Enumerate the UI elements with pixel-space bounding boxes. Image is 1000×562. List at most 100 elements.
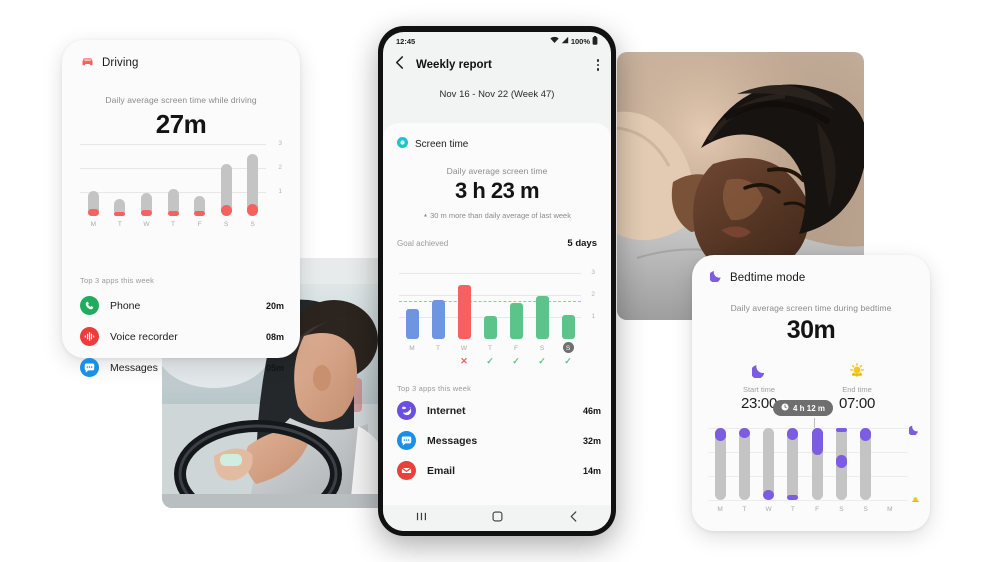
- bedtime-bar-chart: MTWTFSSM: [708, 425, 919, 516]
- x-axis-label: T: [171, 221, 175, 228]
- list-item[interactable]: Phone 20m: [80, 296, 284, 315]
- app-time: 08m: [265, 331, 284, 342]
- wifi-icon: [550, 36, 559, 46]
- driving-bar-segment: [247, 203, 259, 216]
- screen-time-average-value: 3 h 23 m: [454, 178, 540, 203]
- bedtime-card-header: Bedtime mode: [692, 255, 930, 287]
- list-item[interactable]: Messages 32m: [397, 431, 601, 450]
- screenshot-root: Driving Daily average screen time while …: [0, 0, 1000, 562]
- start-time-label: Start time: [742, 385, 776, 394]
- bar-column: [509, 273, 523, 339]
- screen-time-bar-chart: 3 2 1 M T W ✕ T ✓ F ✓ S ✓ S ✓: [399, 269, 595, 366]
- list-item[interactable]: Email 14m: [397, 461, 601, 480]
- bedtime-bar-segment: [763, 489, 775, 500]
- list-item[interactable]: Voice recorder 08m: [80, 327, 284, 346]
- phone-top3-label: Top 3 apps this week: [397, 384, 472, 393]
- driving-bar-chart: 3 2 1 M T W T F S S: [80, 140, 282, 228]
- x-axis-label: M: [717, 506, 723, 513]
- end-sun-icon: [822, 363, 892, 383]
- grid-line: [708, 500, 908, 501]
- driving-bar-segment: [167, 210, 179, 216]
- x-axis-label: S: [223, 221, 229, 228]
- x-axis-label: S: [250, 221, 255, 228]
- y-axis-tick: 3: [591, 269, 595, 276]
- bedtime-bar-segment: [714, 428, 726, 441]
- bedtime-duration-pill: 4 h 12 m: [773, 400, 834, 416]
- list-item[interactable]: Messages 05m: [80, 358, 284, 377]
- back-chevron-icon[interactable]: [395, 56, 404, 74]
- y-axis-tick: 2: [591, 291, 595, 298]
- car-icon: [80, 54, 95, 72]
- end-time-label: End time: [842, 385, 872, 394]
- driving-bar-segment: [194, 210, 206, 216]
- app-time: 46m: [582, 405, 601, 416]
- bedtime-card: Bedtime mode Daily average screen time d…: [692, 255, 930, 531]
- week-range-label: Nov 16 - Nov 22 (Week 47): [439, 89, 555, 100]
- app-bar: Weekly report: [383, 50, 611, 80]
- bedtime-bar-segment: [860, 428, 872, 441]
- goal-mark-icon: ✓: [486, 356, 494, 366]
- bar-column: [405, 273, 419, 339]
- internet-icon: [397, 401, 416, 420]
- y-axis-tick: 1: [278, 188, 282, 195]
- screen-time-bar: [561, 315, 575, 339]
- recents-icon[interactable]: [416, 509, 427, 527]
- moon-icon: [708, 269, 723, 287]
- x-axis-label: T: [488, 344, 492, 352]
- x-axis-label: M: [409, 344, 415, 352]
- x-axis-label: T: [436, 344, 440, 352]
- bedtime-bar-segment: [738, 428, 750, 439]
- app-name: Phone: [110, 299, 141, 312]
- driving-bar-segment: [87, 209, 99, 216]
- bedtime-bar-segment: [811, 428, 823, 456]
- bedtime-bar-segment: [835, 428, 847, 432]
- bar-column: [87, 144, 99, 216]
- signal-icon: [561, 36, 569, 46]
- back-icon[interactable]: [569, 509, 578, 527]
- driving-bar-segment: [140, 210, 152, 216]
- x-axis-label: W: [765, 506, 772, 513]
- bar-column: [535, 273, 549, 339]
- battery-icon: [592, 35, 598, 47]
- voice-recorder-icon: [80, 327, 99, 346]
- bar-column: [431, 273, 445, 339]
- goal-mark-icon: ✓: [538, 356, 546, 366]
- messages-icon: [397, 431, 416, 450]
- bar-column: [140, 144, 152, 216]
- x-axis-label: W: [143, 221, 150, 228]
- bedtime-bar-segment: [787, 428, 799, 440]
- goal-achieved-label: Goal achieved: [397, 239, 449, 248]
- chart-moon-icon: [908, 422, 920, 440]
- bedtime-card-title: Bedtime mode: [730, 272, 806, 284]
- screen-time-bar: [509, 303, 523, 339]
- driving-average-label: Daily average screen time while driving: [105, 95, 257, 105]
- bar-column: [483, 273, 497, 339]
- screen-time-sheet: Screen time Daily average screen time 3 …: [383, 123, 611, 505]
- bedtime-bar-segment: [787, 494, 799, 500]
- bar-column: [194, 144, 206, 216]
- driving-bar-segment: [114, 211, 126, 216]
- screen-time-section-title: Screen time: [415, 138, 469, 150]
- x-axis-label: S: [539, 344, 545, 352]
- x-axis-label: W: [460, 344, 468, 352]
- email-icon: [397, 461, 416, 480]
- list-item[interactable]: Internet 46m: [397, 401, 601, 420]
- bar-column: [220, 144, 232, 216]
- app-name: Email: [427, 464, 456, 477]
- driving-average-value: 27m: [155, 109, 207, 139]
- navigation-bar: [383, 505, 611, 531]
- battery-percent: 100%: [570, 36, 590, 46]
- x-axis-label: F: [514, 344, 518, 352]
- goal-mark-icon: ✓: [564, 356, 572, 366]
- screen-time-section-header: Screen time: [383, 123, 611, 153]
- x-axis-label: S: [839, 506, 844, 513]
- start-moon-icon: [724, 363, 794, 383]
- chart-sun-icon: [910, 491, 921, 509]
- app-name: Messages: [427, 434, 478, 447]
- bedtime-average-value: 30m: [786, 316, 836, 344]
- home-icon[interactable]: [492, 509, 503, 527]
- overflow-menu-icon[interactable]: [596, 59, 599, 71]
- driving-card-header: Driving: [62, 40, 300, 72]
- pill-clock-icon: [781, 403, 789, 413]
- screen-time-bar: [535, 296, 549, 339]
